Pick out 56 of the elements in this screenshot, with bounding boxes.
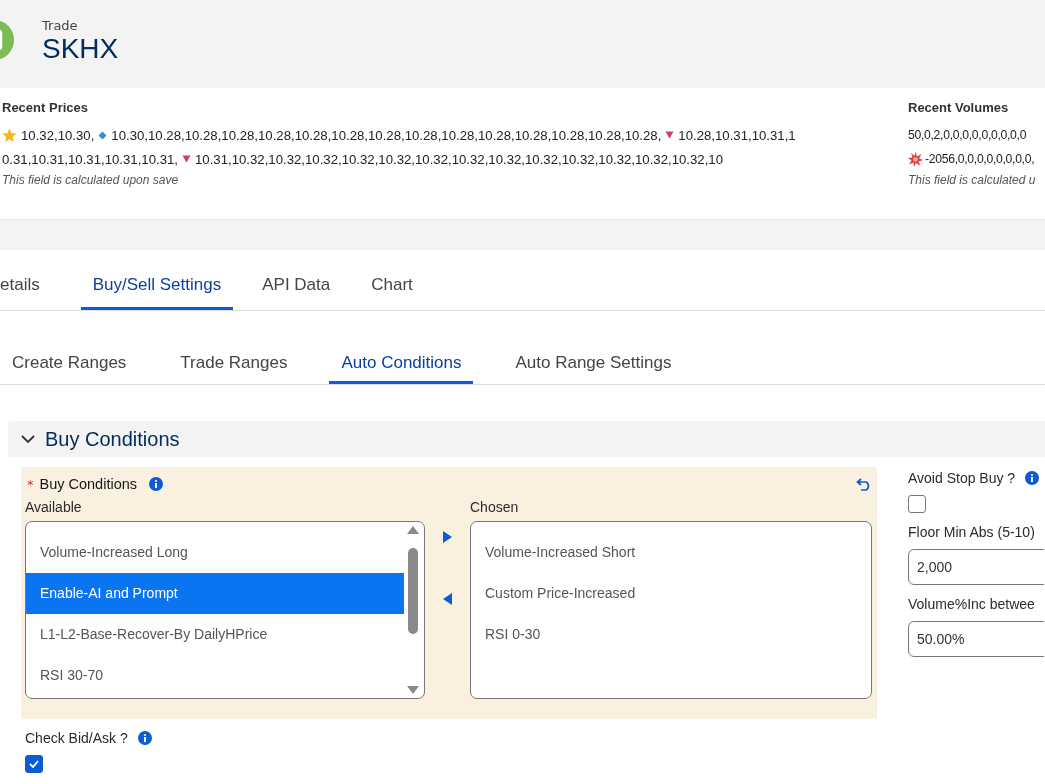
input-field[interactable]: 50.00%	[908, 621, 1044, 657]
tab[interactable]: Auto Range Settings	[503, 353, 684, 384]
checkbox[interactable]	[25, 755, 43, 773]
right-arrow-icon	[443, 531, 452, 543]
checkbox[interactable]	[908, 495, 926, 513]
chevron-icon	[21, 434, 35, 444]
required-mark: *	[27, 476, 34, 492]
list-heading: Chosen	[470, 499, 520, 515]
tab[interactable]: Create Ranges	[0, 353, 139, 384]
value-text: 10.31,10.32,10.32,10.32,10.32,10.32,10.32,10.32,10.32,10.32,10.32,10.32,10.32,10.32,10	[195, 151, 723, 167]
list-option[interactable]: L1-L2-Base-Recover-By DailyHPrice	[26, 614, 404, 655]
value-text: 50,0,2,0,0,0,0,0,0,0,0,0	[908, 128, 1027, 142]
diamond-icon	[98, 130, 108, 140]
value-text: 10.28,10.31,10.31,1	[678, 127, 796, 143]
field-label: Volume%Inc betwee	[908, 596, 1035, 612]
burst-icon	[908, 151, 923, 167]
down-triangle-icon	[182, 155, 191, 163]
tab[interactable]: Auto Conditions	[329, 353, 474, 384]
list-option[interactable]: Enable-AI and Prompt	[26, 573, 404, 614]
input-field[interactable]: 2,000	[908, 549, 1044, 585]
chosen-listbox[interactable]: Volume-Increased Short Custom Price-Increased RSI 0-30	[470, 521, 872, 699]
list-option[interactable]: Custom Price-Increased	[471, 573, 871, 614]
info-icon	[137, 731, 152, 745]
field-label: Check Bid/Ask ?	[25, 730, 128, 746]
value-text: 10.30,10.28,10.28,10.28,10.28,10.28,10.28,10.28,10.28,10.28,10.28,10.28,10.28,10.28,10.28,	[111, 127, 662, 143]
field-label: Buy Conditions	[39, 476, 138, 492]
section-title: Buy Conditions	[45, 427, 180, 451]
list-option[interactable]: Volume-Increased Long	[26, 532, 404, 573]
available-listbox[interactable]: Volume-Increased Long Enable-AI and Prompt L1-L2-Base-Recover-By DailyHPrice RSI 30-70	[25, 521, 425, 699]
value-text: 0.31,10.31,10.31,10.31,10.31,	[2, 151, 178, 167]
list-option[interactable]: Volume-Increased Short	[471, 532, 871, 573]
tab[interactable]: Chart	[359, 275, 425, 310]
left-arrow-icon	[443, 593, 452, 605]
checkmark-icon	[29, 760, 39, 768]
field-label: Floor Min Abs (5-10)	[908, 524, 1035, 540]
star-icon	[2, 127, 17, 143]
tab[interactable]: Trade Ranges	[168, 353, 300, 384]
value-text: 10.32,10.30,	[21, 127, 95, 143]
info-icon	[149, 477, 164, 491]
down-triangle-icon	[665, 131, 675, 139]
field-label: Recent Prices	[2, 100, 89, 115]
field-label: Recent Volumes	[908, 100, 1010, 115]
value-text: -2056,0,0,0,0,0,0,0,0,	[925, 152, 1035, 166]
list-option[interactable]: RSI 0-30	[471, 614, 871, 655]
record-title: SKHX	[42, 32, 119, 65]
list-option[interactable]: RSI 30-70	[26, 655, 404, 696]
tab[interactable]: Buy/Sell Settings	[80, 275, 234, 310]
help-text: This field is calculated u	[908, 173, 1037, 187]
undo-icon	[856, 477, 872, 491]
section-header[interactable]: Buy Conditions	[8, 421, 1045, 457]
list-heading: Available	[25, 499, 83, 515]
field-label: Avoid Stop Buy ?	[908, 470, 1016, 486]
tab[interactable]: etails	[0, 275, 52, 310]
help-text: This field is calculated upon save	[2, 173, 180, 187]
tab[interactable]: API Data	[250, 275, 343, 310]
object-type-label: Trade	[42, 17, 79, 33]
